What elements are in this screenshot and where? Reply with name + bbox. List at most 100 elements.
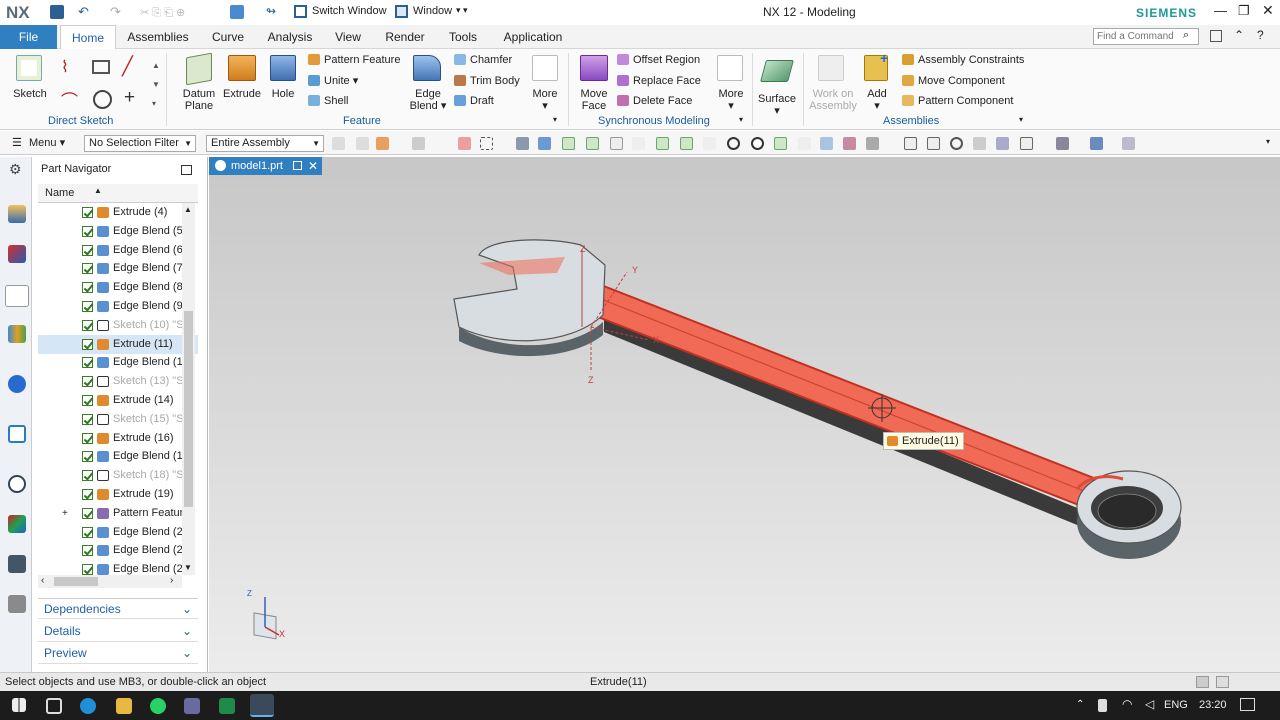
wifi-icon[interactable]: ◠ — [1122, 697, 1132, 711]
arc-center-snap-icon[interactable] — [751, 137, 764, 150]
offset-region-button[interactable]: Offset Region — [617, 53, 700, 67]
circle-icon[interactable] — [93, 90, 112, 109]
redo-icon[interactable]: ↷ — [110, 4, 121, 20]
chamfer-button[interactable]: Chamfer — [454, 53, 512, 67]
feature-group-expand-icon[interactable]: ▾ — [553, 115, 557, 124]
notifications-icon[interactable] — [1240, 698, 1255, 711]
pattern-component-button[interactable]: Pattern Component — [902, 94, 1013, 108]
tree-row[interactable]: Extrude (4) — [38, 203, 198, 222]
selection-intent-icon[interactable] — [376, 137, 389, 150]
minimize-button[interactable]: — — [1214, 3, 1227, 18]
shell-button[interactable]: Shell — [308, 94, 348, 108]
assemblies-group-expand-icon[interactable]: ▾ — [1019, 115, 1023, 124]
visibility-checkbox[interactable] — [82, 207, 93, 218]
selection-filter-dropdown[interactable]: No Selection Filter ▼ — [84, 135, 196, 152]
rectangle-select-icon[interactable] — [480, 137, 493, 150]
unite-button[interactable]: Unite ▾ — [308, 74, 358, 88]
hd3d-tools-icon[interactable] — [8, 375, 26, 393]
more-features-button[interactable]: More ▾ — [524, 88, 566, 112]
stretch-icon[interactable] — [866, 137, 879, 150]
roles-icon[interactable] — [8, 595, 26, 613]
assembly-constraints-button[interactable]: Assembly Constraints — [902, 53, 1024, 67]
visibility-checkbox[interactable] — [82, 282, 93, 294]
datum-plane-button[interactable]: Datum Plane — [174, 88, 224, 112]
trim-body-button[interactable]: Trim Body — [454, 74, 520, 88]
graphics-window[interactable]: Z Y X Z Z X Extrude(11) — [209, 157, 1280, 672]
fit-icon[interactable] — [904, 137, 917, 150]
scope-dropdown[interactable]: Entire Assembly ▼ — [206, 135, 324, 152]
collapse-ribbon-icon[interactable]: ⌃ — [1234, 28, 1244, 42]
bounded-grid-icon[interactable] — [843, 137, 856, 150]
extrude-button[interactable]: Extrude — [220, 88, 264, 100]
replace-face-button[interactable]: Replace Face — [617, 74, 701, 88]
visibility-checkbox[interactable] — [82, 564, 93, 575]
visibility-checkbox[interactable] — [82, 545, 93, 557]
scroll-thumb[interactable] — [184, 311, 193, 507]
tab-application[interactable]: Application — [496, 25, 570, 49]
tree-row[interactable]: Edge Blend (22 — [38, 541, 198, 560]
intersection-snap-icon[interactable] — [656, 137, 669, 150]
work-on-assembly-button[interactable]: Work on Assembly — [806, 88, 860, 112]
scroll-down-icon[interactable]: ▼ — [184, 563, 192, 572]
tab-analysis[interactable]: Analysis — [262, 25, 318, 49]
point-on-face-icon[interactable] — [820, 137, 833, 150]
volume-icon[interactable]: ◁ — [1145, 697, 1154, 711]
solid-filter-icon[interactable] — [538, 137, 551, 150]
assembly-navigator-icon[interactable] — [8, 205, 26, 223]
visibility-checkbox[interactable] — [82, 489, 93, 500]
curve-snap-icon[interactable] — [632, 137, 645, 150]
horizontal-scrollbar[interactable]: ‹ › — [38, 575, 182, 588]
dependencies-panel-toggle[interactable]: Dependencies ⌄ — [38, 598, 198, 619]
sketch-more-icon[interactable]: ▲ ▼ ▾ — [152, 56, 160, 113]
zoom-icon[interactable] — [927, 137, 940, 150]
draft-button[interactable]: Draft — [454, 94, 494, 108]
windows-start-icon[interactable] — [12, 698, 26, 712]
task-view-icon[interactable] — [46, 698, 62, 714]
gear-icon[interactable]: ⚙ — [9, 161, 22, 178]
visibility-checkbox[interactable] — [82, 451, 93, 463]
point-icon[interactable]: + — [124, 87, 135, 109]
snap-icon[interactable] — [332, 137, 345, 150]
app-icon[interactable] — [184, 698, 200, 714]
visibility-checkbox[interactable] — [82, 263, 93, 275]
tree-row[interactable]: Edge Blend (7) — [38, 259, 198, 278]
history-icon[interactable] — [8, 475, 26, 493]
tree-row[interactable]: Sketch (13) "SK — [38, 372, 198, 391]
add-button[interactable]: Add ▾ — [860, 88, 894, 112]
switch-window-button[interactable]: Switch Window — [312, 5, 387, 17]
web-browser-icon[interactable] — [8, 425, 26, 443]
language-indicator[interactable]: ENG — [1164, 699, 1188, 711]
tree-row[interactable]: Edge Blend (8) — [38, 278, 198, 297]
rotate-icon[interactable] — [950, 137, 963, 150]
midpoint-snap-icon[interactable] — [610, 137, 623, 150]
maximize-panel-icon[interactable] — [181, 165, 192, 175]
tree-row[interactable]: Sketch (10) "SK — [38, 316, 198, 335]
line-icon[interactable]: ╱ — [122, 56, 133, 77]
reuse-library-icon[interactable] — [8, 325, 26, 343]
save-icon[interactable] — [50, 5, 64, 19]
profile-icon[interactable]: ⌇ — [61, 57, 69, 77]
battery-icon[interactable] — [1098, 699, 1107, 712]
existing-point-snap-icon[interactable] — [774, 137, 787, 150]
expand-icon[interactable]: + — [62, 504, 68, 523]
tree-row[interactable]: Edge Blend (6) — [38, 241, 198, 260]
tree-row[interactable]: Extrude (16) — [38, 429, 198, 448]
edge-browser-icon[interactable] — [80, 698, 96, 714]
excel-icon[interactable] — [219, 698, 235, 714]
visibility-checkbox[interactable] — [82, 526, 93, 538]
search-icon[interactable]: ⌕ — [1183, 29, 1189, 42]
part-icon[interactable] — [230, 5, 244, 19]
visibility-checkbox[interactable] — [82, 357, 93, 369]
select-face-icon[interactable] — [458, 137, 471, 150]
constraint-navigator-icon[interactable] — [8, 245, 26, 263]
name-column-header[interactable]: Name ▲ — [38, 184, 198, 203]
menu-button[interactable]: Menu ▾ — [29, 136, 65, 149]
tree-row[interactable]: Edge Blend (5) — [38, 222, 198, 241]
delete-face-button[interactable]: Delete Face — [617, 94, 692, 108]
surface-button[interactable]: Surface ▾ — [756, 93, 798, 117]
popout-icon[interactable] — [293, 161, 302, 170]
tree-row[interactable]: Extrude (11) — [38, 334, 198, 354]
tab-render[interactable]: Render — [380, 25, 430, 49]
visibility-checkbox[interactable] — [82, 470, 93, 482]
hole-button[interactable]: Hole — [264, 88, 302, 100]
